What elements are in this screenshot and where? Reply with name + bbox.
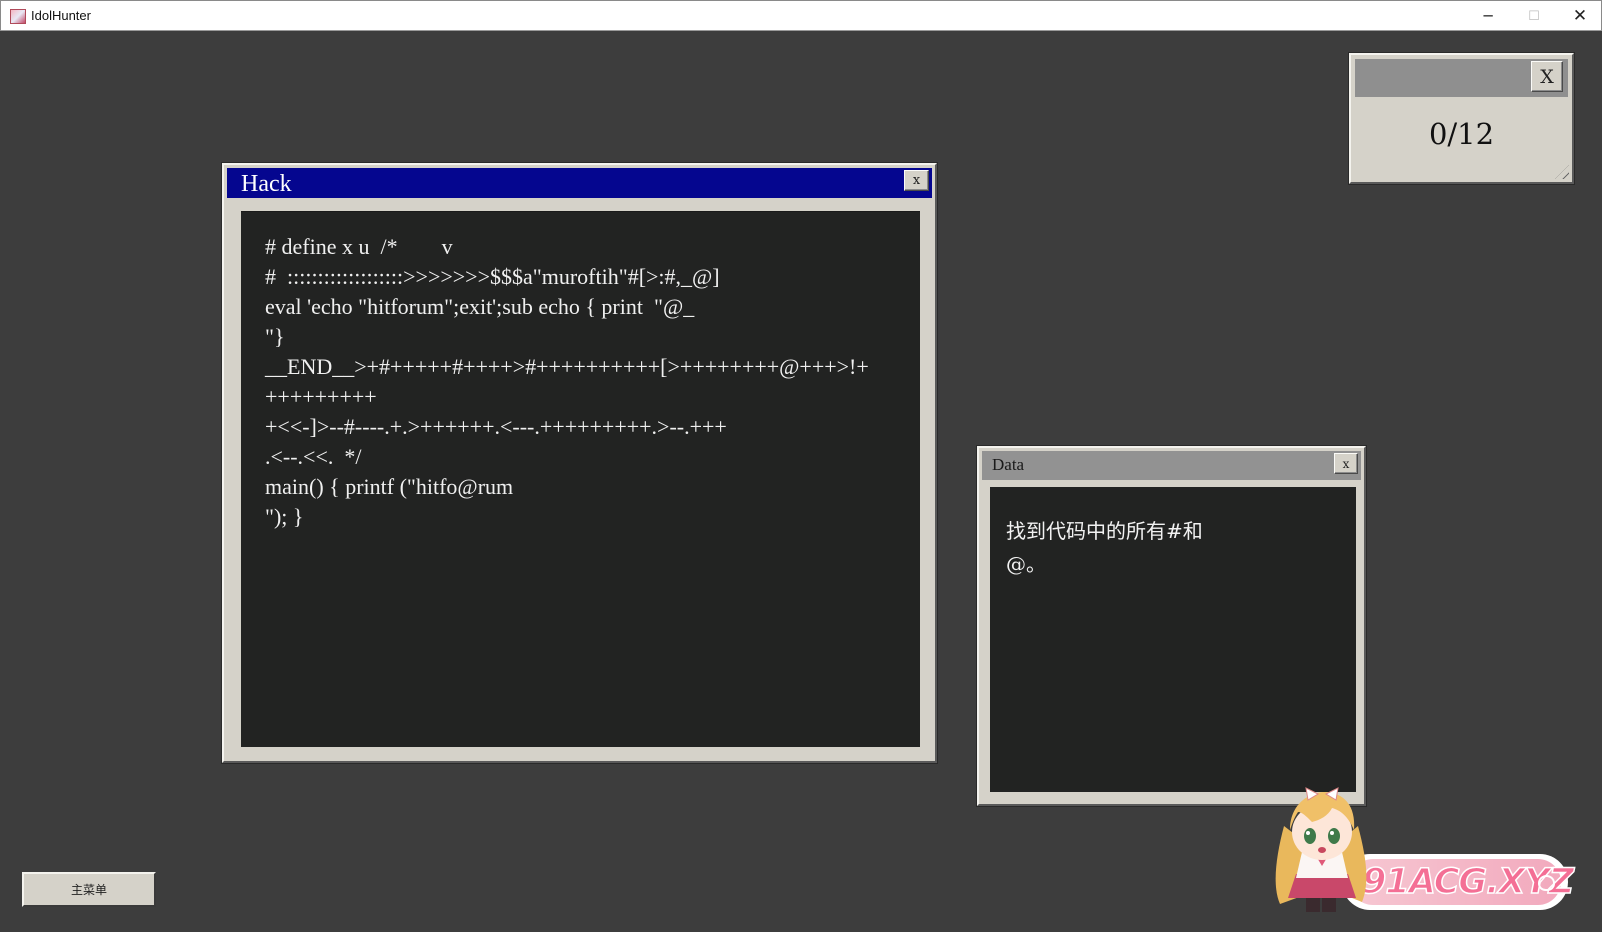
instruction-text: @。 [1006, 552, 1046, 576]
code-line[interactable]: .<--.<<. */ [265, 442, 362, 472]
hack-window[interactable]: Hack x # define x u /* v # :::::::::::::… [222, 163, 937, 763]
app-title: IdolHunter [31, 8, 91, 23]
code-line[interactable]: +++++++++ [265, 382, 377, 412]
code-area[interactable]: # define x u /* v # :::::::::::::::::::>… [241, 211, 920, 747]
minimize-icon[interactable]: ─ [1465, 1, 1511, 31]
code-line[interactable]: # define x u /* v [265, 232, 453, 262]
close-icon[interactable]: ✕ [1557, 1, 1602, 31]
data-titlebar[interactable]: Data [982, 451, 1361, 480]
code-line[interactable]: __END__>+#+++++#++++>#++++++++++[>++++++… [265, 352, 869, 382]
code-line[interactable]: "); } [265, 502, 303, 532]
peach-icon [1538, 875, 1555, 891]
watermark: 91ACG.XYZ [1262, 786, 1575, 914]
hack-titlebar[interactable]: Hack [227, 168, 932, 198]
app-icon [10, 9, 26, 24]
chibi-mascot-icon [1275, 787, 1367, 912]
code-line[interactable]: "} [265, 322, 285, 352]
instruction-text: 找到代码中的所有#和 [1006, 519, 1203, 543]
code-line[interactable]: main() { printf ("hitfo@rum [265, 472, 513, 502]
code-line[interactable]: eval 'echo "hitforum";exit';sub echo { p… [265, 292, 694, 322]
counter-close-button[interactable]: X [1531, 61, 1563, 92]
code-line[interactable]: # :::::::::::::::::::>>>>>>>$$$a"murofti… [265, 262, 720, 292]
code-line[interactable]: +<<-]>--#----.+.>++++++.<---.+++++++++.>… [265, 412, 727, 442]
maximize-icon[interactable]: ☐ [1511, 1, 1557, 31]
data-window-title: Data [992, 455, 1025, 474]
resize-grip-icon[interactable] [1555, 165, 1569, 179]
hack-window-title: Hack [241, 171, 292, 197]
counter-window[interactable]: X 0/12 [1349, 53, 1574, 184]
hack-close-button[interactable]: x [904, 170, 929, 191]
main-menu-button[interactable]: 主菜单 [22, 872, 156, 907]
found-counter: 0/12 [1428, 117, 1495, 151]
data-close-button[interactable]: x [1334, 453, 1358, 474]
os-titlebar: IdolHunter ─ ☐ ✕ [0, 0, 1602, 31]
data-text-area: 找到代码中的所有#和 @。 [990, 487, 1356, 792]
data-window[interactable]: Data x 找到代码中的所有#和 @。 [977, 446, 1366, 806]
